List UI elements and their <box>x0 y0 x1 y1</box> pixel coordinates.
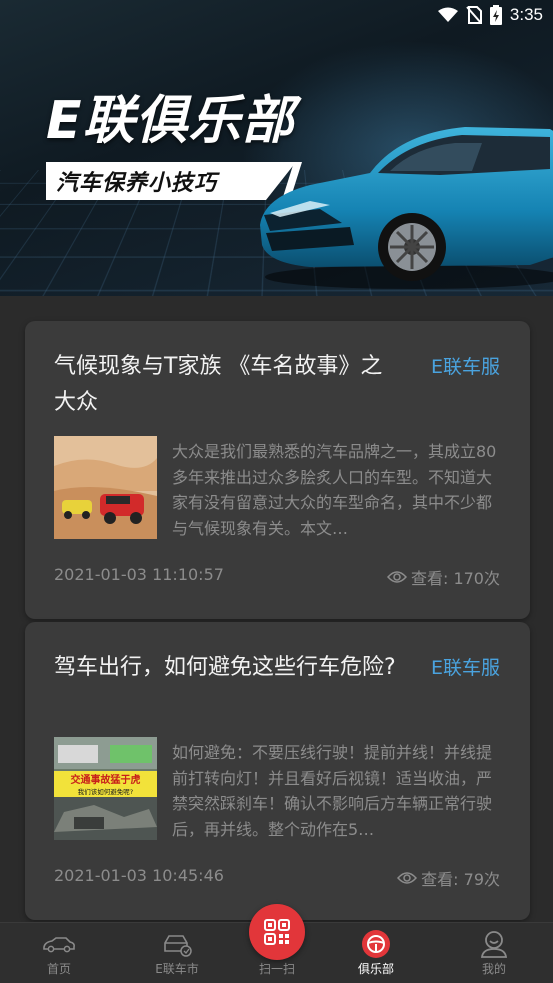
article-date: 2021-01-03 10:45:46 <box>54 866 224 885</box>
scan-button[interactable] <box>249 904 305 960</box>
car-image <box>260 127 553 289</box>
nav-market-label: E联车市 <box>155 962 199 976</box>
status-time: 3:35 <box>509 5 543 24</box>
article-source: E联车服 <box>430 356 500 378</box>
eye-icon <box>397 872 418 884</box>
club-banner[interactable]: E联俱乐部 汽车保养小技巧 <box>0 0 553 296</box>
nav-club[interactable]: 俱乐部 <box>321 923 431 983</box>
qr-code-icon <box>264 919 290 945</box>
article-views: 查看: 170次 <box>386 565 500 589</box>
article-source: E联车服 <box>430 657 500 679</box>
nav-home-label: 首页 <box>46 962 71 976</box>
article-summary: 如何避免：不要压线行驶！提前并线！并线提前打转向灯！并且看好后视镜！适当收油，严… <box>172 743 493 839</box>
article-views: 查看: 79次 <box>397 866 500 890</box>
banner-subtitle: 汽车保养小技巧 <box>56 171 218 196</box>
article-card[interactable]: 气候现象与T家族 《车名故事》之大众 E联车服 大众是我们最熟悉的汽车品牌之一，… <box>25 321 530 619</box>
wifi-icon <box>437 7 458 22</box>
nav-home[interactable]: 首页 <box>4 923 114 983</box>
nav-mine-label: 我的 <box>481 962 506 976</box>
thumb-subcaption: 我们该如何避免呢? <box>78 787 133 796</box>
article-card[interactable]: 驾车出行，如何避免这些行车危险? E联车服 交通事故猛于虎 我们该如何避免呢? … <box>25 622 530 920</box>
car-icon <box>43 937 75 953</box>
nav-scan-label: 扫一扫 <box>258 962 295 976</box>
article-summary: 大众是我们最熟悉的汽车品牌之一，其成立80多年来推出过众多脍炙人口的车型。不知道… <box>172 442 497 538</box>
nav-mine[interactable]: 我的 <box>439 923 549 983</box>
article-title: 驾车出行，如何避免这些行车危险? <box>54 655 396 680</box>
thumb-caption: 交通事故猛于虎 <box>71 773 141 786</box>
no-sim-icon <box>466 6 482 24</box>
article-title: 气候现象与T家族 《车名故事》之大众 <box>54 354 383 415</box>
article-date: 2021-01-03 11:10:57 <box>54 565 224 584</box>
article-thumbnail <box>54 436 157 539</box>
article-views-label: 查看: 170次 <box>410 569 500 588</box>
user-icon <box>480 931 508 958</box>
status-bar: 3:35 <box>0 0 553 30</box>
battery-charging-icon <box>489 5 502 25</box>
eye-icon <box>386 571 407 583</box>
nav-club-label: 俱乐部 <box>357 962 394 976</box>
article-views-label: 查看: 79次 <box>421 870 500 889</box>
article-feed[interactable]: 气候现象与T家族 《车名故事》之大众 E联车服 大众是我们最熟悉的汽车品牌之一，… <box>0 296 553 922</box>
car-market-icon <box>164 935 192 957</box>
article-thumbnail: 交通事故猛于虎 我们该如何避免呢? <box>54 737 157 840</box>
nav-market[interactable]: E联车市 <box>122 923 232 983</box>
steering-wheel-icon <box>362 930 390 958</box>
bottom-nav: 首页 E联车市 扫一扫 俱乐部 我的 <box>0 904 553 983</box>
